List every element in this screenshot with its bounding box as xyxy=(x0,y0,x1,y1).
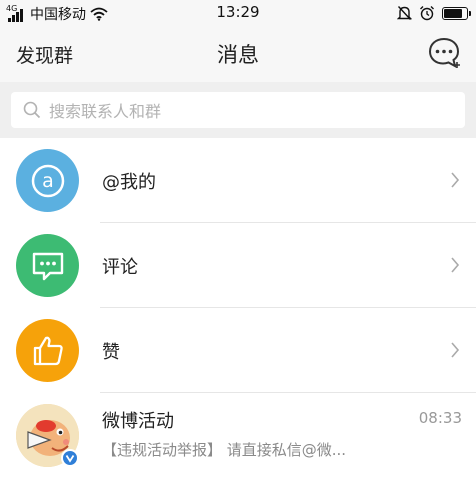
battery-icon xyxy=(442,6,471,20)
verified-badge-icon xyxy=(61,449,79,467)
likes-avatar xyxy=(16,319,79,382)
at-icon: a xyxy=(31,164,64,197)
conversation-name: 微博活动 xyxy=(102,411,174,432)
conversation-time: 08:33 xyxy=(418,409,462,427)
list-item-label: 评论 xyxy=(102,257,138,278)
svg-text:a: a xyxy=(42,170,54,192)
list-item-label: 赞 xyxy=(102,342,120,363)
chevron-right-icon xyxy=(451,257,460,273)
alarm-icon xyxy=(420,6,434,21)
comments-avatar xyxy=(16,234,79,297)
new-chat-icon[interactable] xyxy=(426,35,462,71)
thumbs-up-icon xyxy=(33,336,63,365)
status-right xyxy=(397,5,471,21)
search-input[interactable]: 搜索联系人和群 xyxy=(11,92,465,128)
chevron-right-icon xyxy=(451,342,460,358)
search-placeholder: 搜索联系人和群 xyxy=(49,102,162,121)
status-bar: 4G 中国移动 13:29 xyxy=(0,0,476,26)
mute-bell-icon xyxy=(397,6,412,20)
list-item-comments[interactable]: 评论 xyxy=(0,223,476,308)
list-item-mentions[interactable]: a @我的 xyxy=(0,138,476,223)
nav-bar: 发现群 消息 xyxy=(0,26,476,82)
comment-icon xyxy=(32,252,63,280)
battery-fill xyxy=(444,8,462,18)
message-list: a @我的 评论 赞 微博活动 08:33 【违规活动举报】 请直接私信@微..… xyxy=(0,138,476,478)
conversation-preview: 【违规活动举报】 请直接私信@微... xyxy=(102,441,347,459)
search-area: 搜索联系人和群 xyxy=(0,82,476,138)
list-item-likes[interactable]: 赞 xyxy=(0,308,476,393)
conversation-weibo-activity[interactable]: 微博活动 08:33 【违规活动举报】 请直接私信@微... xyxy=(0,393,476,478)
search-icon xyxy=(23,101,41,119)
list-item-label: @我的 xyxy=(102,172,156,193)
discover-groups-button[interactable]: 发现群 xyxy=(16,41,73,68)
chevron-right-icon xyxy=(451,172,460,188)
mentions-avatar: a xyxy=(16,149,79,212)
